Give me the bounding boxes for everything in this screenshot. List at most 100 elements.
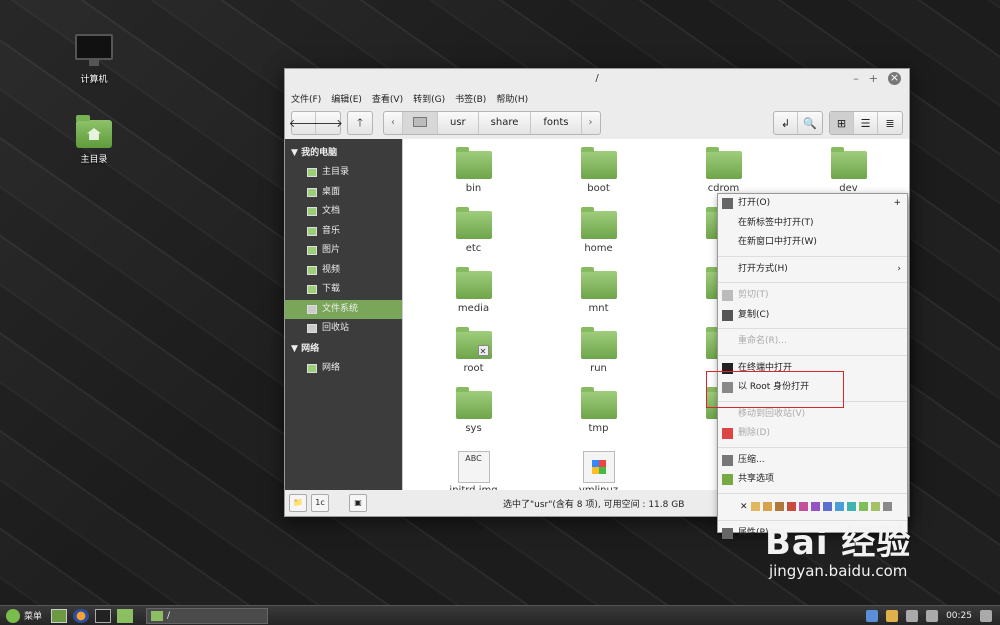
desktop-icon-home[interactable]: 主目录: [54, 115, 134, 165]
hide-sidebar-button[interactable]: ▣: [349, 494, 367, 512]
folder-icon: [580, 147, 617, 179]
power-icon[interactable]: [980, 609, 992, 622]
file-name: home: [584, 243, 613, 254]
context-menu-item[interactable]: 在新标签中打开(T): [718, 214, 907, 234]
file-item[interactable]: etc: [411, 207, 536, 271]
file-item[interactable]: run: [536, 327, 661, 391]
menu-file[interactable]: 文件(F): [291, 92, 321, 105]
color-swatch[interactable]: [834, 502, 844, 511]
computer-icon: [75, 34, 113, 66]
sidebar-item-documents[interactable]: 文档: [285, 202, 402, 222]
file-item[interactable]: ✕ root: [411, 327, 536, 391]
menu-help[interactable]: 帮助(H): [496, 92, 528, 105]
show-desktop-icon[interactable]: [51, 608, 68, 623]
search-button[interactable]: 🔍: [798, 112, 822, 134]
menu-view[interactable]: 查看(V): [372, 92, 403, 105]
file-item[interactable]: media: [411, 267, 536, 331]
color-swatch[interactable]: [810, 502, 820, 511]
kernel-file-icon: [582, 451, 615, 483]
list-view-button[interactable]: ☰: [854, 112, 878, 134]
context-menu-item[interactable]: 复制(C): [718, 306, 907, 326]
path-bar: ‹ usr share fonts ›: [383, 111, 601, 135]
up-button[interactable]: 🡑: [348, 112, 372, 134]
path-segment-fonts[interactable]: fonts: [531, 112, 582, 134]
path-segment-share[interactable]: share: [479, 112, 532, 134]
color-swatch[interactable]: [846, 502, 856, 511]
file-item[interactable]: bin: [411, 147, 536, 211]
minimize-button[interactable]: –: [853, 72, 859, 86]
maximize-button[interactable]: +: [869, 72, 878, 86]
forward-button[interactable]: 🡒: [313, 112, 343, 134]
color-swatch[interactable]: [750, 502, 760, 511]
path-segment-usr[interactable]: usr: [438, 112, 479, 134]
window-titlebar[interactable]: / – + ×: [285, 69, 909, 89]
context-menu-item: 剪切(T): [718, 286, 907, 306]
toggle-location-button[interactable]: ↲: [774, 112, 798, 134]
share-icon: [722, 474, 733, 485]
close-button[interactable]: ×: [888, 72, 901, 85]
color-swatch[interactable]: [762, 502, 772, 511]
path-scroll-left-button[interactable]: ‹: [384, 112, 403, 134]
folder-icon: [151, 610, 164, 621]
sidebar-item-network[interactable]: 网络: [285, 359, 402, 379]
clock[interactable]: 00:25: [946, 611, 972, 621]
desktop-icon-computer[interactable]: 计算机: [54, 34, 134, 85]
context-menu-item[interactable]: 在新窗口中打开(W): [718, 233, 907, 253]
sidebar-item-desktop[interactable]: 桌面: [285, 183, 402, 203]
context-menu-item[interactable]: 共享选项: [718, 470, 907, 490]
file-item[interactable]: sys: [411, 387, 536, 451]
file-item[interactable]: mnt: [536, 267, 661, 331]
sidebar-item-trash[interactable]: 回收站: [285, 319, 402, 339]
color-swatch[interactable]: [858, 502, 868, 511]
file-item[interactable]: vmlinuz: [536, 451, 661, 490]
file-name: bin: [465, 183, 482, 194]
sidebar-item-music[interactable]: 音乐: [285, 222, 402, 242]
taskbar-window-files[interactable]: /: [146, 607, 269, 624]
color-swatch[interactable]: [882, 502, 892, 511]
update-icon[interactable]: [886, 609, 899, 622]
context-menu-item[interactable]: 压缩...: [718, 451, 907, 471]
color-swatch[interactable]: [786, 502, 796, 511]
sidebar-item-filesystem[interactable]: 文件系统: [285, 299, 402, 319]
context-menu-item[interactable]: 打开方式(H) ›: [718, 260, 907, 280]
clear-color-icon[interactable]: ✕: [740, 502, 748, 512]
file-item[interactable]: tmp: [536, 387, 661, 451]
menu-go[interactable]: 转到(G): [413, 92, 445, 105]
shield-icon[interactable]: [866, 609, 879, 622]
home-icon: [307, 168, 317, 178]
highlight-annotation: [706, 371, 844, 408]
delete-icon: [722, 428, 733, 439]
color-swatch[interactable]: [798, 502, 808, 511]
context-menu-item[interactable]: 打开(O) +: [718, 194, 907, 214]
menu-edit[interactable]: 编辑(E): [331, 92, 362, 105]
color-swatch[interactable]: [822, 502, 832, 511]
sidebar-item-pictures[interactable]: 图片: [285, 241, 402, 261]
firefox-icon[interactable]: [73, 608, 90, 623]
sidebar-section-network[interactable]: ▼ 网络: [285, 339, 402, 359]
sidebar-item-downloads[interactable]: 下载: [285, 280, 402, 300]
show-tree-button[interactable]: 1c: [311, 494, 329, 512]
network-icon[interactable]: [926, 609, 939, 622]
sidebar-section-my-computer[interactable]: ▼ 我的电脑: [285, 143, 402, 163]
file-item[interactable]: ABCinitrd.img: [411, 451, 536, 490]
compact-view-button[interactable]: ≣: [878, 112, 902, 134]
files-icon[interactable]: [117, 608, 134, 623]
properties-icon: [722, 527, 733, 539]
sidebar-item-home[interactable]: 主目录: [285, 163, 402, 183]
color-swatch[interactable]: [870, 502, 880, 511]
path-scroll-right-button[interactable]: ›: [582, 112, 600, 134]
file-item[interactable]: home: [536, 207, 661, 271]
folder-icon: [705, 147, 742, 179]
user-icon[interactable]: [906, 609, 919, 622]
path-root-button[interactable]: [403, 112, 438, 134]
menu-bookmarks[interactable]: 书签(B): [455, 92, 486, 105]
context-menu-item: 重命名(R)...: [738, 336, 787, 346]
color-swatch[interactable]: [774, 502, 784, 511]
file-name: tmp: [588, 423, 609, 434]
show-places-button[interactable]: 📁: [289, 494, 307, 512]
sidebar-item-videos[interactable]: 视频: [285, 261, 402, 281]
start-menu-button[interactable]: 菜单: [0, 608, 48, 623]
icon-view-button[interactable]: ⊞: [830, 112, 854, 134]
file-item[interactable]: boot: [536, 147, 661, 211]
terminal-icon[interactable]: [95, 608, 112, 623]
